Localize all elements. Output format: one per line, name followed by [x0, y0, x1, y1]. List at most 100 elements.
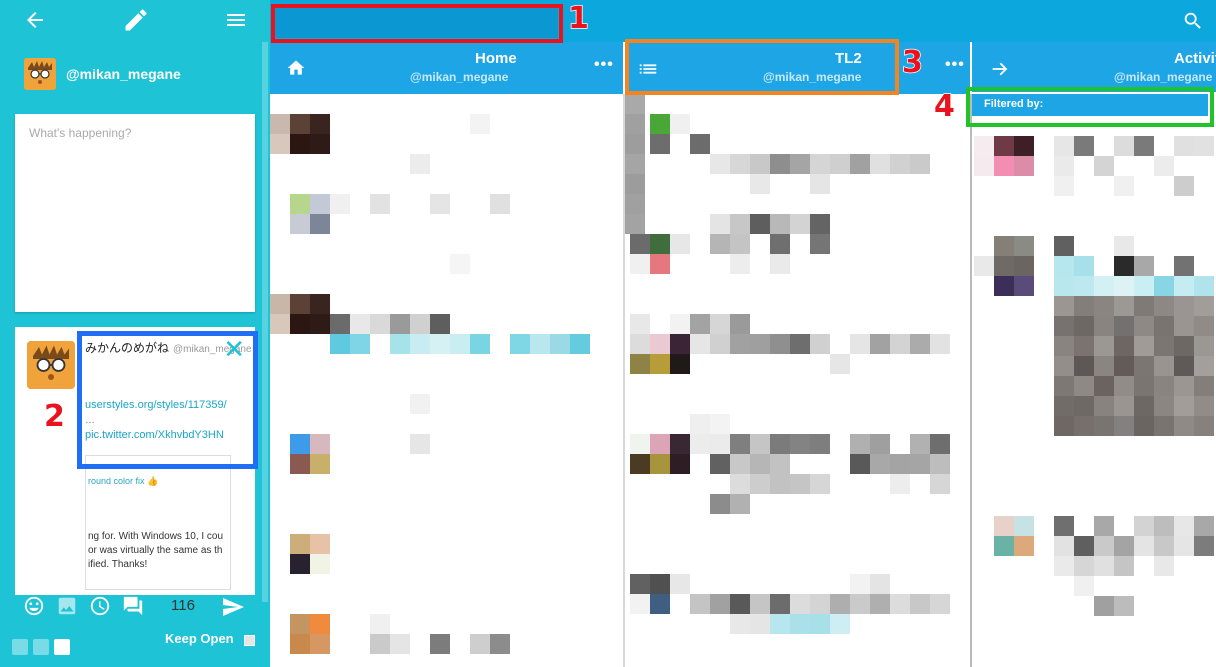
mosaic-block: [710, 334, 730, 354]
mosaic-block: [1094, 556, 1114, 576]
mosaic-block: [930, 434, 950, 454]
mosaic-block: [994, 516, 1014, 536]
mosaic-block: [1194, 316, 1214, 336]
mosaic-block: [650, 134, 670, 154]
mosaic-block: [310, 454, 330, 474]
keep-open-toggle[interactable]: Keep Open: [165, 631, 255, 646]
mosaic-block: [1054, 176, 1074, 196]
column-header-home[interactable]: Home @mikan_megane •••: [270, 42, 623, 94]
mosaic-block: [370, 634, 390, 654]
mosaic-block: [790, 214, 810, 234]
mosaic-block: [1074, 396, 1094, 416]
chat-bubble-icon[interactable]: [122, 595, 144, 617]
annotation-box-2: [77, 331, 258, 469]
mosaic-block: [1174, 316, 1194, 336]
mosaic-block: [670, 434, 690, 454]
sidebar-scrollbar[interactable]: [262, 42, 268, 602]
mosaic-block: [1174, 516, 1194, 536]
mosaic-block: [1194, 336, 1214, 356]
mosaic-block: [750, 594, 770, 614]
mosaic-block: [910, 334, 930, 354]
mosaic-block: [710, 594, 730, 614]
mosaic-block: [310, 434, 330, 454]
compose-pencil-icon[interactable]: [122, 6, 150, 39]
mosaic-block: [690, 334, 710, 354]
mosaic-block: [1094, 296, 1114, 316]
layout-list-icon[interactable]: [54, 639, 70, 655]
mosaic-block: [1174, 296, 1194, 316]
mosaic-block: [870, 454, 890, 474]
sidebar-toolbar: [0, 0, 270, 44]
mosaic-block: [370, 314, 390, 334]
account-handle: @mikan_megane: [66, 66, 181, 82]
mosaic-block: [994, 536, 1014, 556]
mosaic-block: [270, 314, 290, 334]
mosaic-block: [290, 114, 310, 134]
mosaic-block: [830, 594, 850, 614]
send-icon[interactable]: [221, 595, 245, 624]
mosaic-block: [670, 334, 690, 354]
mosaic-block: [1054, 316, 1074, 336]
mosaic-block: [1154, 376, 1174, 396]
mosaic-block: [1054, 396, 1074, 416]
mosaic-block: [890, 454, 910, 474]
mosaic-block: [1154, 276, 1174, 296]
mosaic-block: [1094, 336, 1114, 356]
mosaic-block: [810, 234, 830, 254]
layout-grid-icon[interactable]: [33, 639, 49, 655]
mosaic-block: [1114, 556, 1134, 576]
mosaic-block: [350, 314, 370, 334]
mosaic-block: [790, 614, 810, 634]
mosaic-block: [1054, 256, 1074, 276]
mosaic-block: [1054, 376, 1074, 396]
mosaic-block: [1114, 316, 1134, 336]
mosaic-block: [1114, 296, 1134, 316]
mosaic-block: [1134, 296, 1154, 316]
mosaic-block: [770, 154, 790, 174]
mosaic-block: [870, 434, 890, 454]
back-arrow-icon[interactable]: [22, 8, 48, 37]
column-more-icon[interactable]: •••: [945, 56, 965, 74]
mosaic-block: [570, 334, 590, 354]
annotation-number-1: 1: [567, 0, 589, 37]
mosaic-block: [1054, 516, 1074, 536]
keep-open-checkbox[interactable]: [243, 635, 255, 646]
mosaic-block: [690, 134, 710, 154]
mosaic-block: [710, 414, 730, 434]
mosaic-block: [670, 234, 690, 254]
compose-textarea[interactable]: [15, 114, 255, 312]
mosaic-block: [1194, 136, 1214, 156]
mosaic-block: [1114, 356, 1134, 376]
account-selector[interactable]: @mikan_megane: [24, 58, 181, 90]
mosaic-block: [1174, 536, 1194, 556]
mosaic-block: [910, 154, 930, 174]
layout-single-icon[interactable]: [12, 639, 28, 655]
mosaic-block: [1134, 516, 1154, 536]
mosaic-block: [730, 434, 750, 454]
mosaic-block: [1194, 296, 1214, 316]
mosaic-block: [830, 614, 850, 634]
menu-icon[interactable]: [224, 8, 248, 37]
column-more-icon[interactable]: •••: [594, 56, 614, 74]
mosaic-block: [750, 214, 770, 234]
mosaic-block: [1134, 376, 1154, 396]
mosaic-block: [1194, 396, 1214, 416]
mosaic-block: [1174, 356, 1194, 376]
emoji-icon[interactable]: [23, 595, 45, 617]
mosaic-block: [1014, 136, 1034, 156]
mosaic-block: [810, 154, 830, 174]
search-icon[interactable]: [1182, 10, 1204, 37]
mosaic-block: [750, 174, 770, 194]
schedule-clock-icon[interactable]: [89, 595, 111, 617]
mosaic-block: [770, 234, 790, 254]
card-text-1: round color fix 👍: [88, 476, 159, 486]
mosaic-block: [290, 194, 310, 214]
column-tl2: TL2 @mikan_megane •••: [625, 42, 970, 667]
mosaic-block: [310, 114, 330, 134]
mosaic-block: [625, 134, 645, 154]
image-icon[interactable]: [56, 595, 78, 617]
mosaic-block: [1114, 136, 1134, 156]
preview-image-card: round color fix 👍 ng for. With Windows 1…: [85, 455, 231, 590]
compose-box[interactable]: [15, 114, 255, 312]
mosaic-block: [670, 314, 690, 334]
